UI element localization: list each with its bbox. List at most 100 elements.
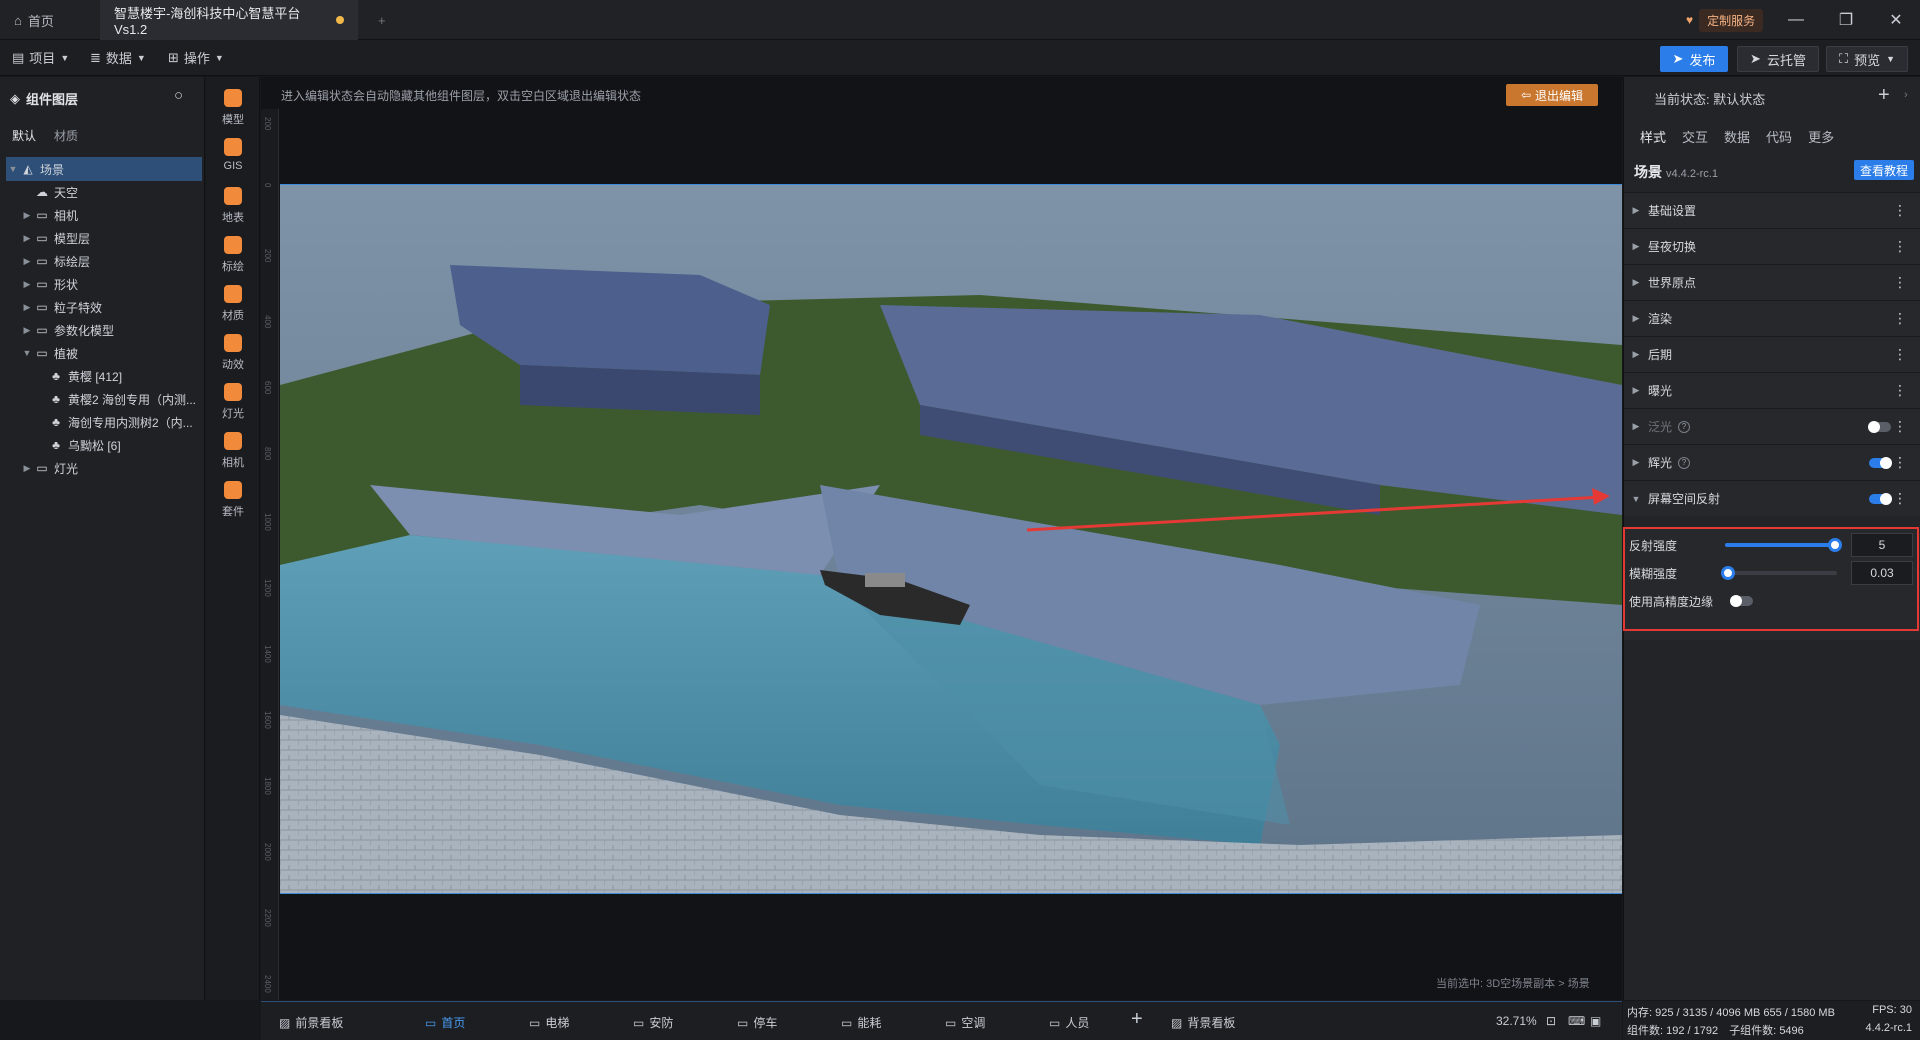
component-pin-button[interactable]: 标绘 [206, 236, 260, 274]
layer-tree-item[interactable]: ▶ ▭ 相机 [6, 203, 202, 227]
background-board-tab[interactable]: ▨ 背景看板 [1171, 1014, 1235, 1031]
menu-data[interactable]: ≣ 数据 ▼ [90, 48, 146, 67]
custom-service-button[interactable]: ♥ 定制服务 [1686, 8, 1764, 32]
more-options-icon[interactable]: ⋮ [1893, 274, 1907, 291]
component-globe-button[interactable]: GIS [206, 138, 260, 172]
help-icon[interactable]: ? [1678, 420, 1691, 433]
terminal-icon[interactable]: ▣ [1590, 1014, 1601, 1028]
component-kit-button[interactable]: 套件 [206, 481, 260, 519]
page-tab[interactable]: ▭ 电梯 [529, 1014, 569, 1031]
tab-code[interactable]: 代码 [1766, 127, 1792, 146]
component-terrain-button[interactable]: 地表 [206, 187, 260, 225]
keyboard-icon[interactable]: ⌨ [1568, 1014, 1585, 1028]
more-options-icon[interactable]: ⋮ [1893, 238, 1907, 255]
caret-right-icon[interactable]: ▶ [20, 233, 34, 244]
layer-tree-item[interactable]: ▶ ▭ 参数化模型 [6, 318, 202, 342]
exit-edit-button[interactable]: ⇦ 退出编辑 [1506, 84, 1598, 106]
caret-right-icon[interactable]: ▶ [1624, 205, 1648, 216]
new-tab-button[interactable]: + [364, 0, 394, 40]
layer-tree-item[interactable]: ▶ ▭ 粒子特效 [6, 295, 202, 319]
blur-strength-slider[interactable] [1721, 566, 1837, 580]
slider-knob[interactable] [1721, 566, 1736, 580]
more-options-icon[interactable]: ⋮ [1893, 202, 1907, 219]
caret-right-icon[interactable]: ▶ [1624, 241, 1648, 252]
section-toggle[interactable] [1869, 457, 1892, 469]
caret-right-icon[interactable]: ▶ [20, 256, 34, 267]
page-tab[interactable]: ▭ 空调 [945, 1014, 985, 1031]
current-state[interactable]: 当前状态: 默认状态 [1654, 89, 1765, 108]
page-tab[interactable]: ▨ 前景看板 [279, 1014, 343, 1031]
caret-down-icon[interactable]: ▼ [20, 348, 34, 358]
minimize-button[interactable]: — [1772, 0, 1820, 40]
property-section[interactable]: ▶ 基础设置 ⋮ [1624, 192, 1920, 228]
property-section[interactable]: ▼ 屏幕空间反射 ⋮ [1624, 480, 1920, 516]
layer-tree-item[interactable]: ♣ 乌黝松 [6] [6, 433, 202, 457]
more-options-icon[interactable]: ⋮ [1893, 490, 1907, 507]
section-toggle[interactable] [1868, 421, 1891, 433]
tab-interaction[interactable]: 交互 [1682, 127, 1708, 146]
more-options-icon[interactable]: ⋮ [1893, 310, 1907, 327]
more-options-icon[interactable]: ⋮ [1893, 382, 1907, 399]
tab-material[interactable]: 材质 [54, 127, 78, 144]
page-tab[interactable]: ▭ 人员 [1049, 1014, 1089, 1031]
more-options-icon[interactable]: ⋮ [1893, 454, 1907, 471]
more-options-icon[interactable]: ⋮ [1893, 346, 1907, 363]
blur-strength-input[interactable]: 0.03 [1851, 561, 1913, 585]
page-tab[interactable]: ▭ 首页 [425, 1014, 465, 1031]
reflect-strength-slider[interactable] [1725, 538, 1842, 552]
component-camera-button[interactable]: 相机 [206, 432, 260, 470]
layer-tree-item[interactable]: ☁ 天空 [6, 180, 202, 204]
fit-screen-icon[interactable]: ⊡ [1546, 1014, 1556, 1028]
add-state-button[interactable]: + [1878, 84, 1890, 107]
publish-button[interactable]: ➤ 发布 [1660, 46, 1728, 72]
page-tab[interactable]: ▭ 能耗 [841, 1014, 881, 1031]
tab-default[interactable]: 默认 [12, 127, 36, 144]
property-section[interactable]: ▶ 世界原点 ⋮ [1624, 264, 1920, 300]
section-toggle[interactable] [1869, 493, 1892, 505]
tab-style[interactable]: 样式 [1640, 127, 1666, 146]
menu-operate[interactable]: ⊞ 操作 ▼ [168, 48, 224, 67]
caret-right-icon[interactable]: ▶ [20, 463, 34, 474]
caret-down-icon[interactable]: ▼ [6, 164, 20, 174]
layer-tree-item[interactable]: ▶ ▭ 标绘层 [6, 249, 202, 273]
caret-right-icon[interactable]: ▶ [20, 325, 34, 336]
caret-right-icon[interactable]: ▶ [1624, 313, 1648, 324]
reflect-strength-input[interactable]: 5 [1851, 533, 1913, 557]
component-light-button[interactable]: 灯光 [206, 383, 260, 421]
property-section[interactable]: ▶ 曝光 ⋮ [1624, 372, 1920, 408]
component-material-button[interactable]: 材质 [206, 285, 260, 323]
canvas-area[interactable]: 进入编辑状态会自动隐藏其他组件图层，双击空白区域退出编辑状态 ⇦ 退出编辑 20… [261, 77, 1622, 1000]
caret-right-icon[interactable]: ▶ [20, 210, 34, 221]
property-section[interactable]: ▶ 泛光? ⋮ [1624, 408, 1920, 444]
hq-edge-toggle[interactable] [1730, 595, 1753, 607]
help-icon[interactable]: ? [1678, 456, 1691, 469]
page-tab[interactable]: ▭ 停车 [737, 1014, 777, 1031]
caret-right-icon[interactable]: ▶ [1624, 385, 1648, 396]
caret-right-icon[interactable]: ▶ [1624, 421, 1648, 432]
caret-down-icon[interactable]: ▼ [1624, 494, 1648, 504]
slider-knob[interactable] [1827, 538, 1842, 552]
layer-tree-item[interactable]: ▶ ▭ 灯光 [6, 456, 202, 480]
tab-project[interactable]: 智慧楼宇-海创科技中心智慧平台Vs1.2 [100, 0, 358, 40]
component-effect-button[interactable]: 动效 [206, 334, 260, 372]
layer-tree-item[interactable]: ▼ ▭ 植被 [6, 341, 202, 365]
tab-data[interactable]: 数据 [1724, 127, 1750, 146]
caret-right-icon[interactable]: ▶ [1624, 457, 1648, 468]
close-button[interactable]: ✕ [1872, 0, 1920, 40]
tab-more[interactable]: 更多 [1808, 127, 1834, 146]
add-page-button[interactable]: + [1131, 1008, 1143, 1031]
page-tab[interactable]: ▭ 安防 [633, 1014, 673, 1031]
component-cube-button[interactable]: 模型 [206, 89, 260, 127]
restore-button[interactable]: ❐ [1822, 0, 1870, 40]
layer-tree-item[interactable]: ▶ ▭ 模型层 [6, 226, 202, 250]
layer-tree-item[interactable]: ♣ 黄樱2 海创专用（内测... [6, 387, 202, 411]
layer-tree-item[interactable]: ▶ ▭ 形状 [6, 272, 202, 296]
more-options-icon[interactable]: ⋮ [1893, 418, 1907, 435]
chevron-right-icon[interactable]: › [1904, 89, 1908, 101]
layer-tree-item[interactable]: ♣ 海创专用内测树2（内... [6, 410, 202, 434]
caret-right-icon[interactable]: ▶ [20, 279, 34, 290]
caret-right-icon[interactable]: ▶ [20, 302, 34, 313]
cloud-hosting-button[interactable]: ➤ 云托管 [1737, 46, 1819, 72]
layer-tree-item[interactable]: ▼ ◭ 场景 [6, 157, 202, 181]
preview-button[interactable]: ⛶ 预览 ▼ [1826, 46, 1908, 72]
